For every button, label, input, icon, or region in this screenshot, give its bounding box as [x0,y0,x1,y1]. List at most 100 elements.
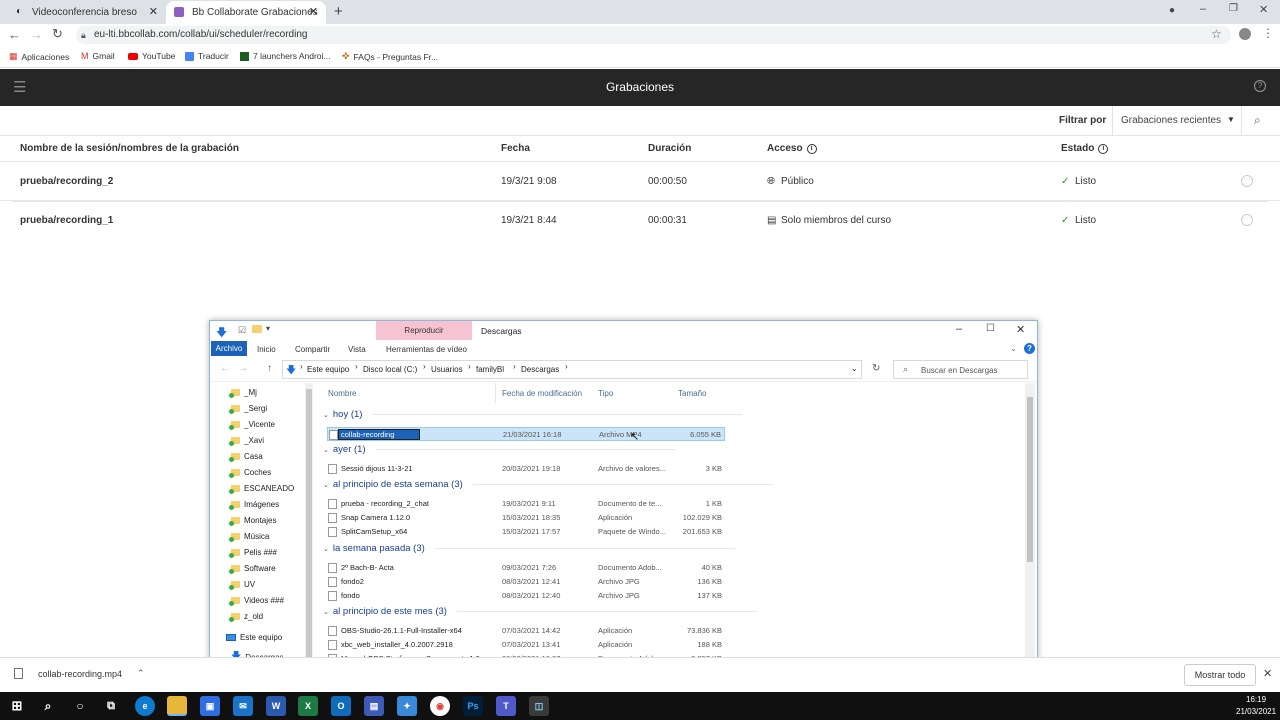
nav-scrollbar[interactable] [305,383,313,693]
search-icon[interactable]: ⌕ [1254,113,1261,128]
nav-folder-item[interactable]: Coches [229,468,271,478]
forward-icon[interactable]: → [238,363,248,374]
breadcrumb-usuarios[interactable]: Usuarios [431,365,463,374]
bookmark-youtube[interactable]: YouTube [128,51,175,61]
breadcrumb-este-equipo[interactable]: Este equipo [307,365,349,374]
nav-folder-item[interactable]: z_old [229,612,263,622]
clock-date[interactable]: 21/03/2021 [1236,707,1276,716]
col-header-date[interactable]: Fecha de modificación [502,389,582,398]
mail-icon[interactable]: ✉ [233,696,253,716]
bookmark-traducir[interactable]: Traducir [185,51,229,61]
col-duration[interactable]: Duración [648,143,691,154]
properties-icon[interactable]: ☑ [238,325,246,336]
file-row[interactable]: Snap Camera 1.12.0 15/03/2021 18:35 Apli… [327,511,725,525]
back-icon[interactable]: ← [220,363,230,374]
clock-time[interactable]: 16:19 [1246,695,1266,704]
file-group-header[interactable]: ⌄ la semana pasada (3) [323,543,735,554]
nav-folder-item[interactable]: _Sergi [229,404,267,414]
new-tab-icon[interactable]: + [334,3,343,20]
nav-folder-item[interactable]: Casa [229,452,263,462]
show-all-button[interactable]: Mostrar todo [1184,664,1256,686]
maximize-icon[interactable]: ☐ [986,323,995,334]
app-icon[interactable]: ▤ [364,696,384,716]
col-header-size[interactable]: Tamaño [678,389,706,398]
col-name[interactable]: Nombre de la sesión/nombres de la grabac… [20,143,239,154]
task-view-icon[interactable]: ⧉ [101,696,121,716]
refresh-icon[interactable]: ↻ [872,363,880,374]
nav-folder-item[interactable]: Montajes [229,516,276,526]
recording-name[interactable]: prueba/recording_1 [20,215,113,226]
bookmark-gmail[interactable]: M Gmail [81,51,115,61]
file-row[interactable]: fondo2 08/03/2021 12:41 Archivo JPG 136 … [327,575,725,589]
url-field[interactable]: 🔒︎ eu-lti.bbcollab.com/collab/ui/schedul… [76,26,1231,44]
forward-icon[interactable]: → [30,27,43,42]
tab-search-icon[interactable]: ● [1169,5,1175,16]
file-group-header[interactable]: ⌄ hoy (1) [323,409,743,420]
windows-start-icon[interactable]: ⊞ [7,696,27,716]
file-row[interactable]: Sessió dijous 11-3-21 20/03/2021 19:18 A… [327,462,725,476]
help-icon[interactable]: ? [1024,343,1035,354]
bookmark-star-icon[interactable]: ☆ [1211,27,1222,41]
info-icon[interactable]: i [1098,143,1109,154]
context-tab-reproducir[interactable]: Reproducir [376,321,472,340]
filter-dropdown[interactable]: Grabaciones recientes ▼ [1112,106,1242,135]
search-icon[interactable]: ⌕ [38,696,58,716]
ribbon-tab-vista[interactable]: Vista [348,345,366,354]
close-tab-icon[interactable]: ✕ [149,5,158,18]
file-row[interactable]: xbc_web_installer_4.0.2007.2918 07/03/20… [327,638,725,652]
ribbon-expand-icon[interactable]: ⌄ [1010,344,1017,353]
app-icon[interactable]: ✦ [397,696,417,716]
col-header-name[interactable]: Nombre [328,389,356,398]
bookmark-faqs[interactable]: ✜ FAQs - Preguntas Fr... [342,51,438,62]
close-window-icon[interactable]: ✕ [1259,3,1268,16]
file-row[interactable]: collab-recording 21/03/2021 16:18 Archiv… [327,427,725,441]
nav-folder-item[interactable]: Software [229,564,276,574]
more-options-icon[interactable]: ··· [1241,175,1253,187]
outlook-icon[interactable]: O [331,696,351,716]
file-row[interactable]: OBS-Studio-26.1.1-Full-Installer-x64 07/… [327,624,725,638]
breadcrumb-disco[interactable]: Disco local (C:) [363,365,417,374]
table-row[interactable]: prueba/recording_1 19/3/21 8:44 00:00:31… [12,201,1268,239]
col-date[interactable]: Fecha [501,143,530,154]
reload-icon[interactable]: ↻ [52,26,63,42]
nav-folder-item[interactable]: _Mj [229,388,257,398]
col-header-type[interactable]: Tipo [598,389,613,398]
file-row[interactable]: fondo 08/03/2021 12:40 Archivo JPG 137 K… [327,589,725,603]
excel-icon[interactable]: X [298,696,318,716]
new-folder-icon[interactable] [252,325,262,333]
ribbon-tab-compartir[interactable]: Compartir [295,345,330,354]
chrome-icon[interactable]: ◉ [430,696,450,716]
photoshop-icon[interactable]: Ps [463,696,483,716]
word-icon[interactable]: W [266,696,286,716]
teams-icon[interactable]: T [496,696,516,716]
browser-menu-icon[interactable]: ⋮ [1262,26,1274,40]
col-access[interactable]: Acceso i [767,143,817,154]
table-row[interactable]: prueba/recording_2 19/3/21 9:08 00:00:50… [0,163,1280,201]
search-input[interactable]: ⌕ Buscar en Descargas [893,360,1028,379]
breadcrumb-familybl[interactable]: familyBl [476,365,504,374]
store-icon[interactable]: ▣ [200,696,220,716]
recording-name[interactable]: prueba/recording_2 [20,176,113,187]
file-row[interactable]: prueba - recording_2_chat 19/03/2021 9:1… [327,497,725,511]
download-item[interactable]: collab-recording.mp4 ⌃ [10,664,150,686]
more-options-icon[interactable]: ··· [1241,214,1253,226]
scroll-thumb[interactable] [1027,397,1033,562]
file-group-header[interactable]: ⌄ ayer (1) [323,444,676,455]
edge-icon[interactable]: e [135,696,155,716]
nav-folder-item[interactable]: UV [229,580,255,590]
ribbon-tab-herramientas-video[interactable]: Herramientas de vídeo [386,345,467,354]
bookmark-launchers[interactable]: 7 launchers Androi... [240,51,331,61]
chevron-down-icon[interactable]: ⌄ [851,364,858,373]
bookmark-apps[interactable]: ▦ Aplicaciones [9,51,69,62]
minimize-icon[interactable]: – [1200,3,1206,15]
file-group-header[interactable]: ⌄ al principio de este mes (3) [323,606,757,617]
file-explorer-icon[interactable] [167,696,187,716]
rename-input[interactable]: collab-recording [338,429,420,440]
app-icon[interactable]: ◫ [529,696,549,716]
ribbon-tab-archivo[interactable]: Archivo [211,341,247,356]
nav-folder-item[interactable]: ESCANEADO [229,484,294,494]
info-icon[interactable]: i [806,143,817,154]
file-list-scrollbar[interactable] [1025,383,1035,693]
chevron-up-icon[interactable]: ⌃ [137,668,145,679]
file-group-header[interactable]: ⌄ al principio de esta semana (3) [323,479,773,490]
